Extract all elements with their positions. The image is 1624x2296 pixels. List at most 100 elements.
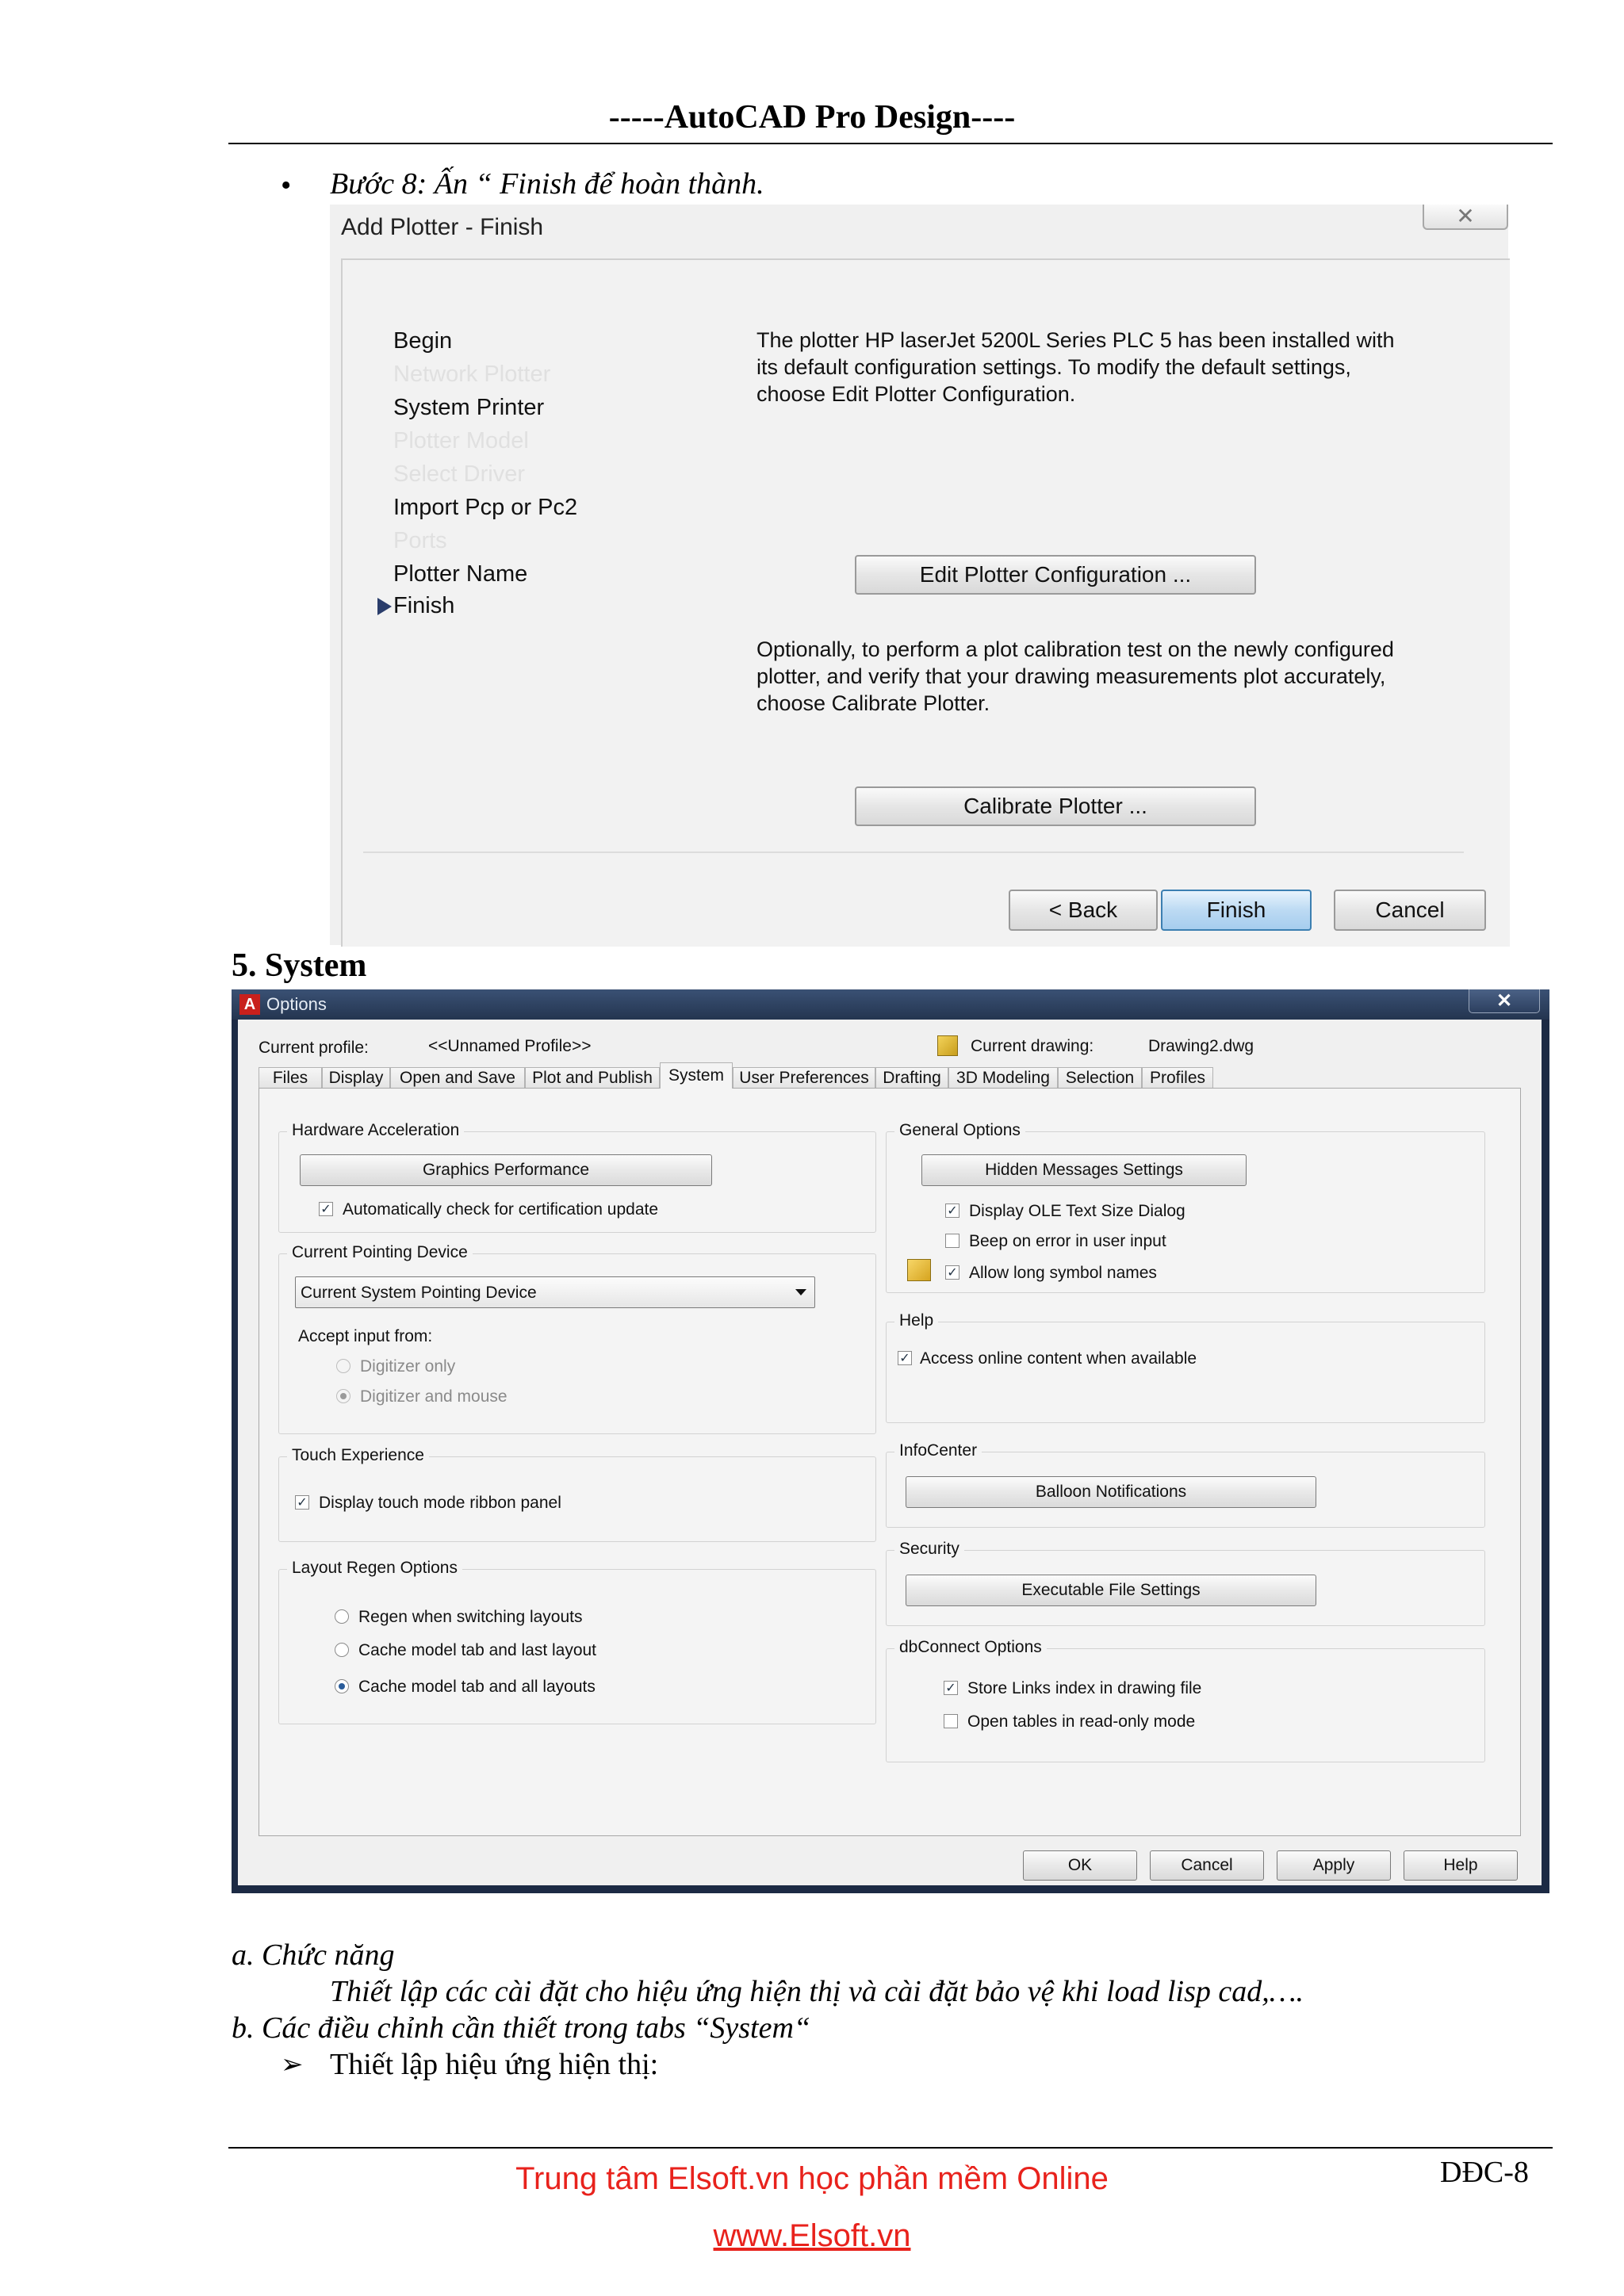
- long-symbol-names-label: Allow long symbol names: [969, 1264, 1157, 1282]
- close-button[interactable]: ✕: [1423, 204, 1508, 230]
- page-code: DĐC-8: [1440, 2156, 1529, 2189]
- drawing-file-icon: [937, 1035, 958, 1056]
- digitizer-and-mouse-radio[interactable]: [336, 1389, 350, 1403]
- bullet: •: [281, 169, 292, 202]
- hidden-messages-button[interactable]: Hidden Messages Settings: [921, 1154, 1247, 1186]
- group-title: Hardware Acceleration: [287, 1121, 465, 1140]
- step-label: Begin: [393, 328, 453, 354]
- tab-profiles[interactable]: Profiles: [1142, 1067, 1213, 1088]
- ok-button[interactable]: OK: [1023, 1850, 1137, 1881]
- cache-all-layouts-radio[interactable]: [335, 1679, 349, 1693]
- regen-switching-radio[interactable]: [335, 1609, 349, 1624]
- hardware-acceleration-group: Hardware Acceleration Graphics Performan…: [278, 1121, 876, 1233]
- group-title: Help: [894, 1311, 939, 1330]
- tab-files[interactable]: Files: [259, 1067, 322, 1088]
- infocenter-group: InfoCenter Balloon Notifications: [886, 1441, 1485, 1528]
- tab-display[interactable]: Display: [322, 1067, 390, 1088]
- finish-button[interactable]: Finish: [1161, 890, 1312, 931]
- page-header-title: -----AutoCAD Pro Design----: [608, 99, 1016, 136]
- calibration-message: Optionally, to perform a plot calibratio…: [756, 637, 1394, 715]
- help-button[interactable]: Help: [1404, 1850, 1518, 1881]
- balloon-notifications-button[interactable]: Balloon Notifications: [906, 1476, 1316, 1508]
- dialog-title: Add Plotter - Finish: [341, 214, 544, 240]
- tab-selection[interactable]: Selection: [1058, 1067, 1142, 1088]
- back-button[interactable]: < Back: [1009, 890, 1158, 931]
- footer-website-link[interactable]: www.Elsoft.vn: [0, 2218, 1624, 2254]
- auto-check-label: Automatically check for certification up…: [343, 1200, 659, 1219]
- step-label: Plotter Model: [393, 428, 529, 453]
- dialog-content: Begin Network Plotter System Printer Plo…: [341, 258, 1510, 947]
- current-profile-value: <<Unnamed Profile>>: [428, 1037, 592, 1055]
- read-only-tables-checkbox[interactable]: [944, 1714, 958, 1728]
- pointing-device-select[interactable]: Current System Pointing Device: [295, 1276, 815, 1308]
- system-tab-panel: Hardware Acceleration Graphics Performan…: [259, 1088, 1521, 1836]
- online-content-label: Access online content when available: [920, 1349, 1197, 1368]
- options-body: Current profile: <<Unnamed Profile>> Cur…: [238, 1020, 1542, 1885]
- apply-button[interactable]: Apply: [1277, 1850, 1391, 1881]
- section-a-text: Thiết lập các cài đặt cho hiệu ứng hiện …: [330, 1975, 1304, 2008]
- tab-3d-modeling[interactable]: 3D Modeling: [948, 1067, 1058, 1088]
- step-label: Ports: [393, 528, 447, 553]
- tab-user-preferences[interactable]: User Preferences: [733, 1067, 875, 1088]
- group-title: InfoCenter: [894, 1441, 982, 1460]
- step-label: Select Driver: [393, 461, 525, 487]
- options-title: Options: [266, 994, 327, 1014]
- arrow-bullet-icon: ➢: [281, 2050, 304, 2080]
- current-profile-label: Current profile:: [259, 1039, 369, 1057]
- chevron-down-icon: [795, 1289, 806, 1295]
- digitizer-only-radio[interactable]: [336, 1359, 350, 1373]
- group-title: Layout Regen Options: [287, 1559, 462, 1578]
- cancel-button[interactable]: Cancel: [1150, 1850, 1264, 1881]
- beep-on-error-checkbox[interactable]: [945, 1234, 959, 1248]
- cache-last-layout-radio[interactable]: [335, 1643, 349, 1657]
- layout-regen-group: Layout Regen Options Regen when switchin…: [278, 1559, 876, 1724]
- group-title: Security: [894, 1540, 964, 1559]
- digitizer-and-mouse-label: Digitizer and mouse: [360, 1387, 508, 1406]
- autocad-logo-icon: A: [239, 994, 260, 1015]
- footer-rule: [228, 2147, 1553, 2149]
- options-dialog: A Options ✕ Current profile: <<Unnamed P…: [232, 989, 1549, 1893]
- display-ole-checkbox[interactable]: ✓: [945, 1203, 959, 1218]
- folder-icon: [907, 1259, 931, 1281]
- step-label: System Printer: [393, 395, 545, 420]
- current-drawing-value: Drawing2.dwg: [1148, 1037, 1254, 1055]
- auto-check-checkbox[interactable]: ✓: [319, 1202, 333, 1216]
- calibrate-plotter-button[interactable]: Calibrate Plotter ...: [855, 786, 1256, 826]
- options-titlebar: A Options ✕: [232, 989, 1549, 1020]
- current-step-arrow-icon: [377, 598, 392, 615]
- edit-plotter-config-button[interactable]: Edit Plotter Configuration ...: [855, 555, 1256, 595]
- install-message: The plotter HP laserJet 5200L Series PLC…: [756, 328, 1395, 406]
- read-only-tables-label: Open tables in read-only mode: [967, 1712, 1196, 1731]
- touch-ribbon-label: Display touch mode ribbon panel: [319, 1494, 561, 1512]
- touch-ribbon-checkbox[interactable]: ✓: [295, 1495, 309, 1510]
- header-rule: [228, 143, 1553, 144]
- current-drawing-label: Current drawing:: [971, 1037, 1094, 1055]
- help-group: Help ✓ Access online content when availa…: [886, 1311, 1485, 1423]
- add-plotter-dialog: Add Plotter - Finish ✕ Begin Network Plo…: [330, 204, 1510, 947]
- executable-file-settings-button[interactable]: Executable File Settings: [906, 1575, 1316, 1606]
- tab-open-and-save[interactable]: Open and Save: [390, 1067, 525, 1088]
- display-ole-label: Display OLE Text Size Dialog: [969, 1202, 1185, 1220]
- cancel-button[interactable]: Cancel: [1334, 890, 1486, 931]
- tab-system[interactable]: System: [660, 1062, 733, 1089]
- general-options-group: General Options Hidden Messages Settings…: [886, 1121, 1485, 1293]
- step-label-current: Finish: [393, 593, 455, 618]
- tab-plot-and-publish[interactable]: Plot and Publish: [525, 1067, 660, 1088]
- separator: [363, 851, 1464, 853]
- online-content-checkbox[interactable]: ✓: [898, 1351, 912, 1365]
- long-symbol-names-checkbox[interactable]: ✓: [945, 1265, 959, 1280]
- cache-all-layouts-label: Cache model tab and all layouts: [358, 1678, 596, 1696]
- store-links-label: Store Links index in drawing file: [967, 1679, 1202, 1697]
- store-links-checkbox[interactable]: ✓: [944, 1681, 958, 1695]
- group-title: Current Pointing Device: [287, 1243, 473, 1262]
- section-b-heading: b. Các điều chỉnh cần thiết trong tabs “…: [232, 2011, 811, 2045]
- options-close-button[interactable]: ✕: [1469, 989, 1540, 1013]
- tab-drafting[interactable]: Drafting: [875, 1067, 948, 1088]
- group-title: Touch Experience: [287, 1446, 429, 1465]
- touch-experience-group: Touch Experience ✓ Display touch mode ri…: [278, 1446, 876, 1542]
- security-group: Security Executable File Settings: [886, 1540, 1485, 1626]
- select-value: Current System Pointing Device: [301, 1284, 537, 1302]
- close-icon: ✕: [1456, 204, 1475, 228]
- close-icon: ✕: [1496, 990, 1513, 1012]
- graphics-performance-button[interactable]: Graphics Performance: [300, 1154, 712, 1186]
